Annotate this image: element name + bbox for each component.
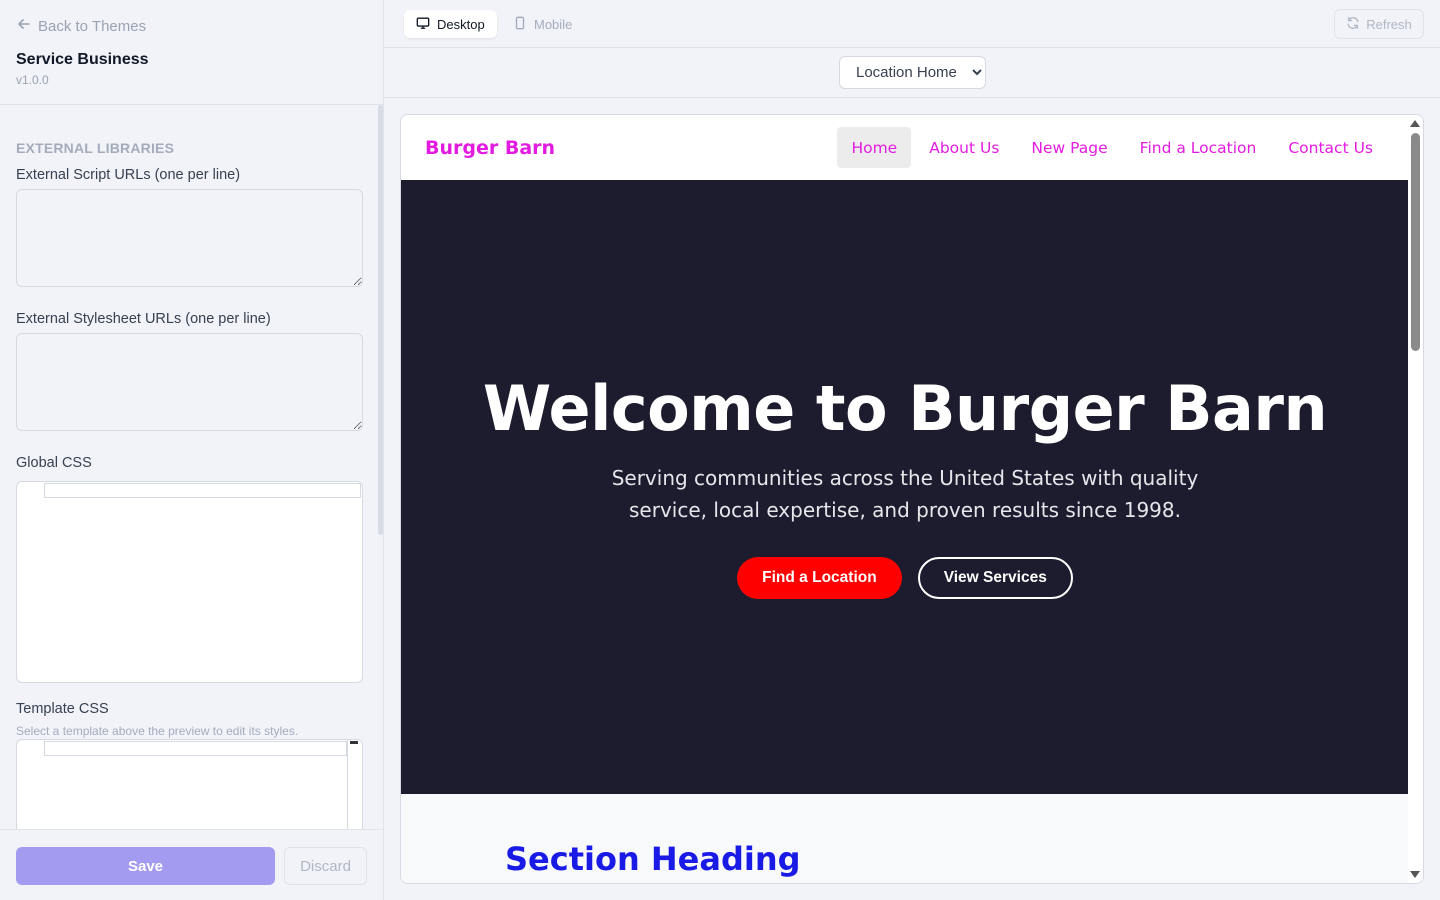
refresh-icon — [1346, 16, 1360, 33]
save-button[interactable]: Save — [16, 847, 275, 885]
mobile-label: Mobile — [534, 16, 573, 32]
sidebar-scrollbar[interactable] — [378, 105, 383, 535]
preview-scrollbar[interactable] — [1408, 115, 1423, 883]
theme-version: v1.0.0 — [16, 73, 49, 87]
hero-title: Welcome to Burger Barn — [482, 372, 1328, 445]
nav-link-contact[interactable]: Contact Us — [1274, 127, 1387, 168]
template-select-bar: Location Home — [384, 48, 1440, 98]
site-nav-links: Home About Us New Page Find a Location C… — [833, 127, 1387, 168]
stylesheet-urls-label: External Stylesheet URLs (one per line) — [16, 311, 271, 327]
section-heading: Section Heading — [505, 840, 801, 878]
content-section: Section Heading — [401, 794, 1409, 883]
site-navbar: Burger Barn Home About Us New Page Find … — [401, 115, 1409, 180]
find-location-button[interactable]: Find a Location — [737, 557, 902, 599]
site-preview-frame[interactable]: Burger Barn Home About Us New Page Find … — [400, 114, 1424, 884]
refresh-button[interactable]: Refresh — [1334, 9, 1424, 39]
monitor-icon — [416, 16, 430, 33]
hero-section: Welcome to Burger Barn Serving communiti… — [401, 180, 1409, 794]
external-libraries-heading: EXTERNAL LIBRARIES — [16, 140, 175, 156]
nav-link-find-location[interactable]: Find a Location — [1126, 127, 1271, 168]
scroll-down-arrow-icon[interactable] — [1410, 871, 1420, 878]
preview-scroll-thumb[interactable] — [1411, 133, 1420, 351]
view-services-button[interactable]: View Services — [917, 557, 1073, 599]
editor-active-line — [44, 741, 347, 756]
sidebar-header: Back to Themes Service Business v1.0.0 — [0, 0, 383, 105]
smartphone-icon — [513, 16, 527, 33]
back-link-label: Back to Themes — [38, 17, 147, 35]
template-css-help: Select a template above the preview to e… — [16, 724, 299, 738]
desktop-view-button[interactable]: Desktop — [404, 10, 497, 38]
script-urls-textarea[interactable] — [16, 189, 363, 287]
mobile-view-button[interactable]: Mobile — [501, 10, 584, 38]
editor-scrollbar-line — [347, 740, 348, 829]
theme-name: Service Business — [16, 51, 149, 68]
template-css-label: Template CSS — [16, 701, 109, 717]
editor-active-line — [44, 483, 361, 498]
nav-link-new-page[interactable]: New Page — [1017, 127, 1121, 168]
editor-scroll-marker — [350, 741, 358, 744]
scroll-up-arrow-icon[interactable] — [1410, 120, 1420, 127]
theme-editor-sidebar: Back to Themes Service Business v1.0.0 E… — [0, 0, 384, 900]
hero-cta-group: Find a Location View Services — [401, 557, 1409, 599]
desktop-label: Desktop — [437, 16, 485, 32]
site-brand-logo[interactable]: Burger Barn — [425, 137, 555, 159]
nav-link-home[interactable]: Home — [837, 127, 912, 168]
back-to-themes-link[interactable]: Back to Themes — [16, 16, 146, 36]
discard-button[interactable]: Discard — [284, 847, 367, 885]
hero-subtitle: Serving communities across the United St… — [611, 466, 1199, 522]
refresh-label: Refresh — [1366, 16, 1412, 32]
template-select[interactable]: Location Home — [839, 56, 986, 89]
nav-link-about[interactable]: About Us — [915, 127, 1013, 168]
stylesheet-urls-textarea[interactable] — [16, 333, 363, 431]
global-css-label: Global CSS — [16, 455, 92, 471]
sidebar-scroll-area[interactable]: EXTERNAL LIBRARIES External Script URLs … — [0, 105, 383, 829]
arrow-left-icon — [16, 16, 32, 36]
global-css-editor[interactable] — [16, 481, 363, 683]
template-css-editor[interactable] — [16, 739, 363, 829]
sidebar-footer: Save Discard — [0, 829, 383, 900]
script-urls-label: External Script URLs (one per line) — [16, 167, 241, 183]
preview-toolbar: Desktop Mobile Refresh — [384, 0, 1440, 48]
